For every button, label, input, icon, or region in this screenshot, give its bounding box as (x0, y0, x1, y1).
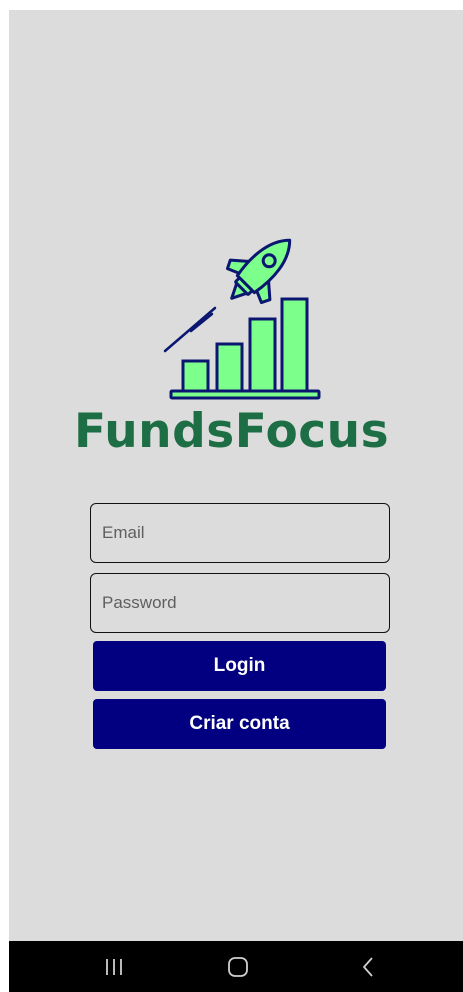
password-field[interactable] (90, 573, 390, 633)
app-screen (9, 10, 463, 992)
recent-apps-icon (106, 958, 122, 975)
login-button[interactable]: Login (93, 641, 386, 691)
system-navigation-bar (9, 941, 463, 992)
email-field[interactable] (90, 503, 390, 563)
app-brand-title: FundsFocus (73, 404, 390, 459)
home-icon (228, 956, 248, 977)
back-icon (363, 956, 373, 977)
back-button[interactable] (338, 941, 398, 992)
create-account-button[interactable]: Criar conta (93, 699, 386, 749)
rocket-bar-chart-icon (163, 238, 321, 400)
recent-apps-button[interactable] (84, 941, 144, 992)
home-button[interactable] (208, 941, 268, 992)
